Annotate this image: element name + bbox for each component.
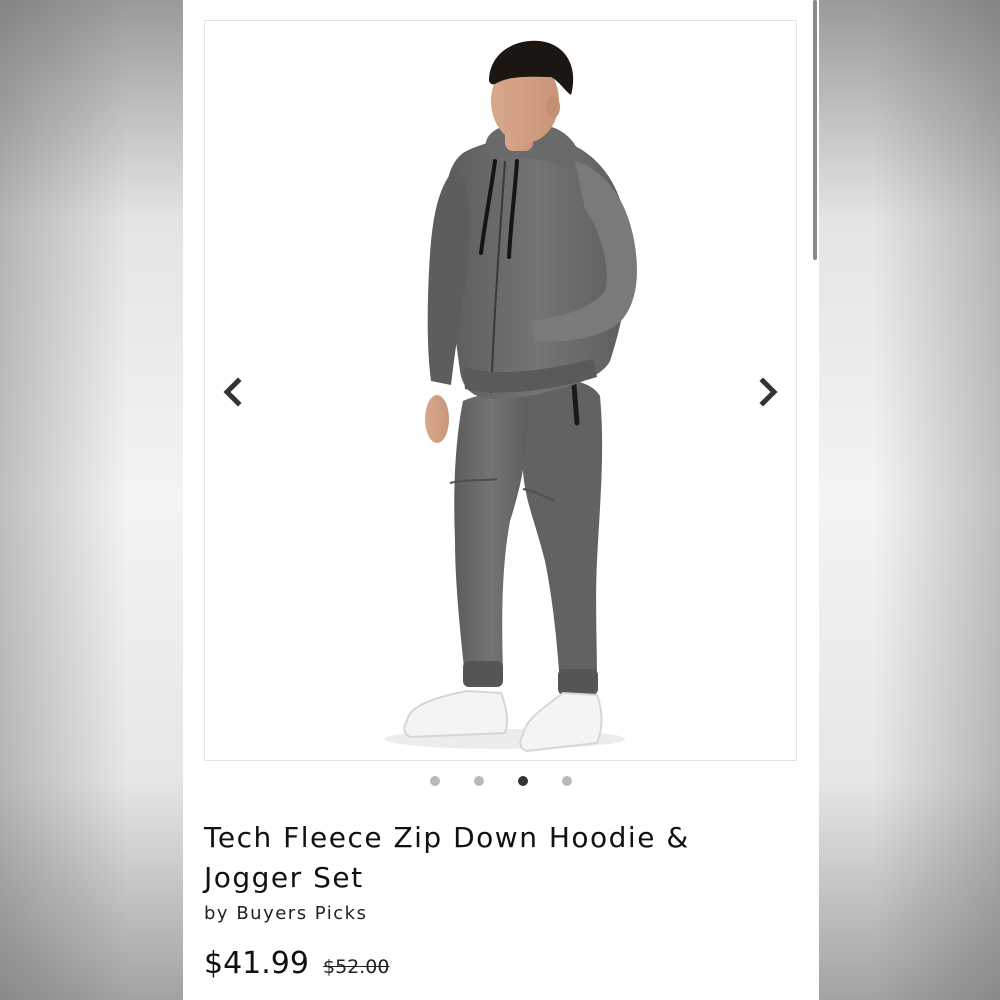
right-backdrop xyxy=(819,0,1000,1000)
scrollbar-thumb[interactable] xyxy=(813,0,817,260)
gallery-dot-1[interactable] xyxy=(430,776,440,786)
price-row: $41.99 $52.00 xyxy=(204,946,389,981)
previous-image-button[interactable] xyxy=(218,377,248,407)
product-image-gallery xyxy=(204,20,797,761)
gallery-dot-4[interactable] xyxy=(562,776,572,786)
gallery-dot-2[interactable] xyxy=(474,776,484,786)
brand-link[interactable]: Buyers Picks xyxy=(236,903,367,924)
chevron-right-icon xyxy=(759,377,778,407)
product-page: Tech Fleece Zip Down Hoodie & Jogger Set… xyxy=(183,0,819,1000)
chevron-left-icon xyxy=(223,377,242,407)
product-brand-line: by Buyers Picks xyxy=(204,903,367,924)
compare-at-price: $52.00 xyxy=(322,956,390,978)
product-image xyxy=(385,40,637,753)
gallery-dot-3[interactable] xyxy=(518,776,528,786)
left-backdrop xyxy=(0,0,183,1000)
product-title: Tech Fleece Zip Down Hoodie & Jogger Set xyxy=(204,821,690,894)
scrollbar[interactable] xyxy=(811,0,819,1000)
sale-price: $41.99 xyxy=(204,946,309,981)
brand-prefix: by xyxy=(204,903,230,924)
gallery-pagination xyxy=(183,776,819,788)
next-image-button[interactable] xyxy=(753,377,783,407)
